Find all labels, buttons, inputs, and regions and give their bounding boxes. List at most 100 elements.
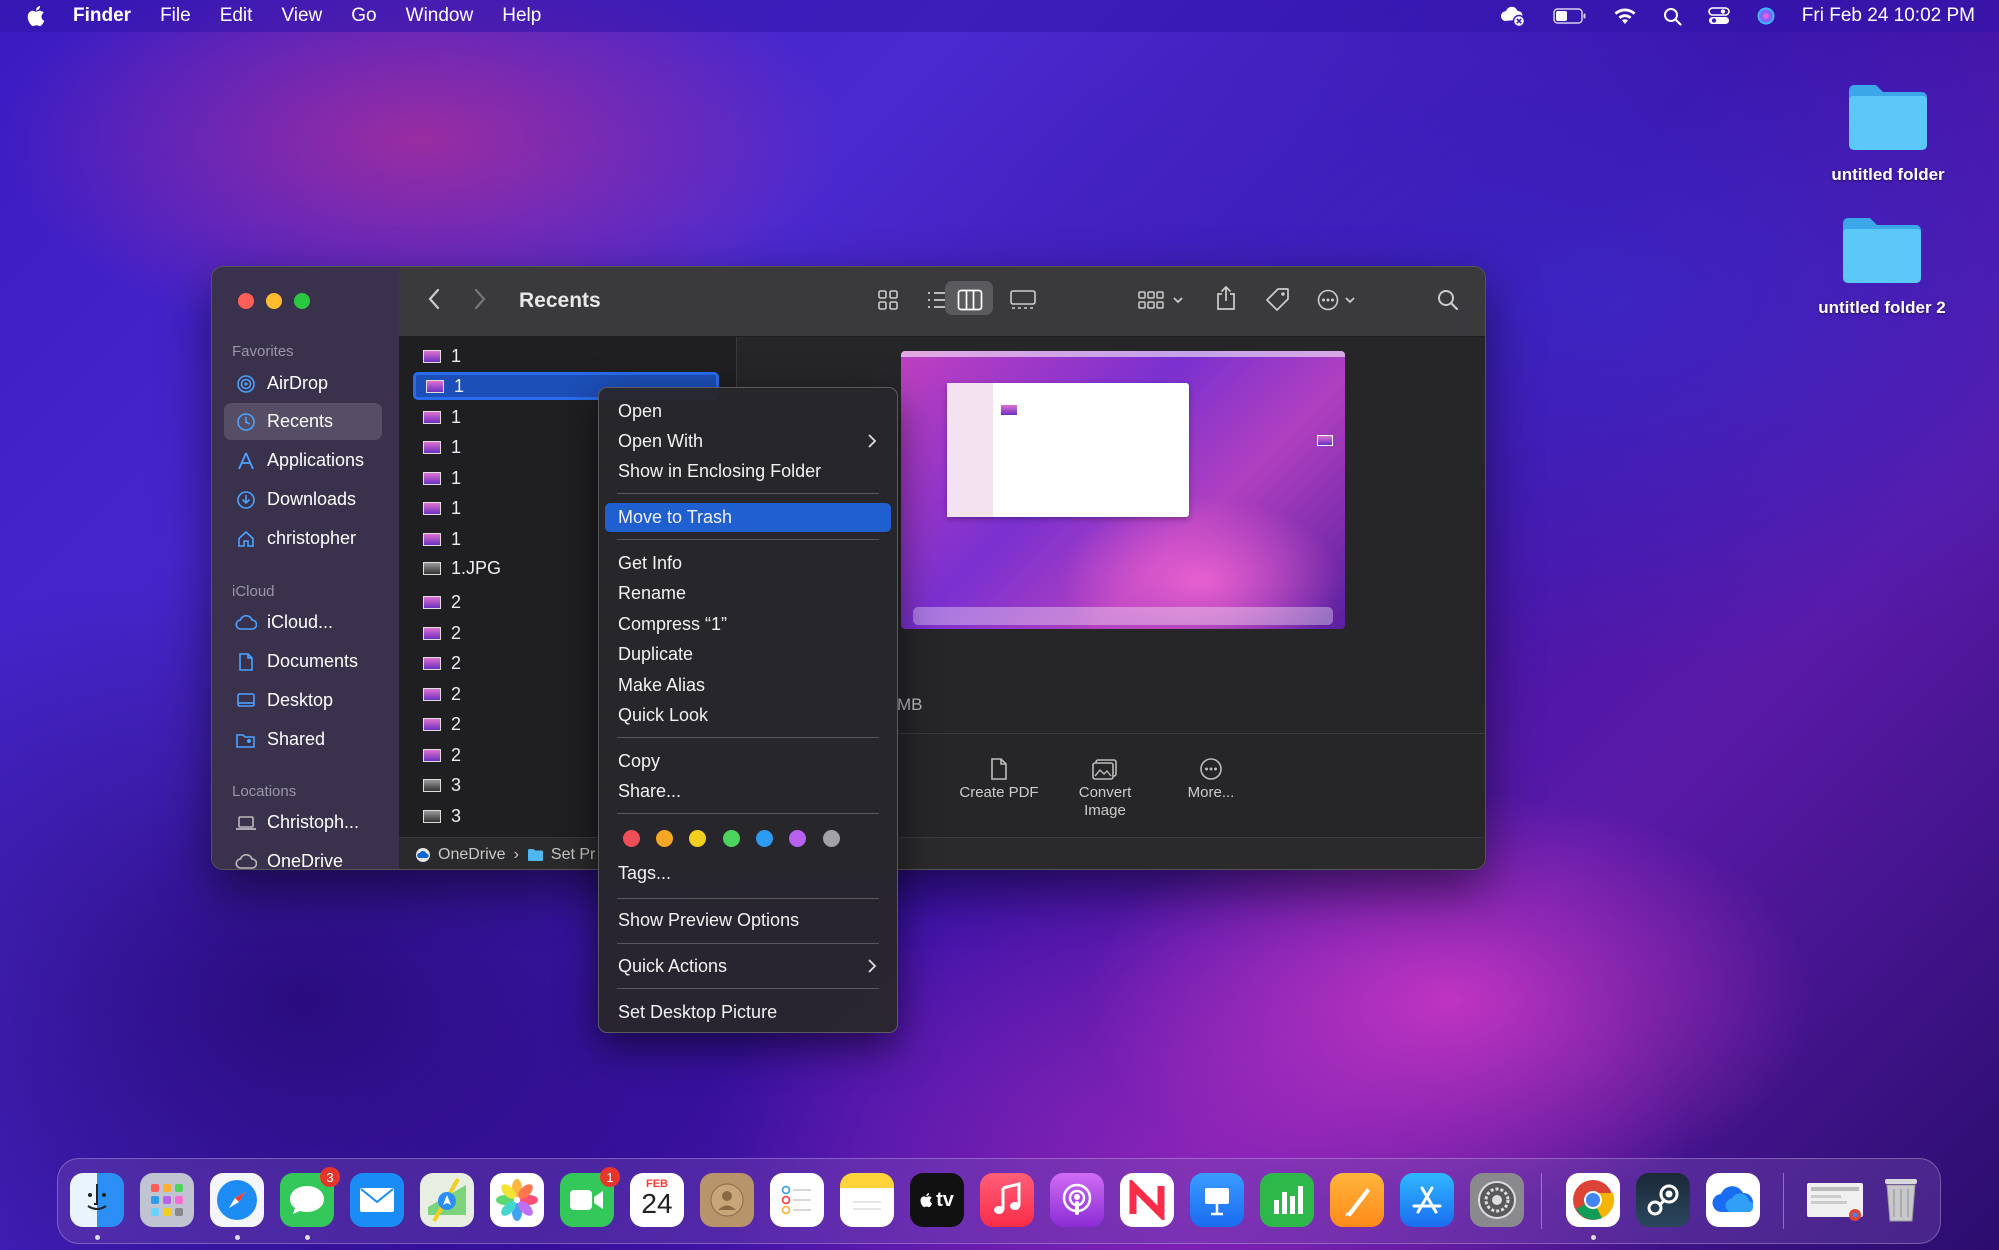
finder-icon[interactable] [70, 1173, 124, 1227]
more-actions-icon[interactable] [1317, 289, 1361, 311]
reminders-icon[interactable] [770, 1173, 824, 1227]
menubar-clock[interactable]: Fri Feb 24 10:02 PM [1802, 5, 1975, 27]
tag-icon[interactable] [1265, 287, 1291, 313]
menu-item-rename[interactable]: Rename [605, 579, 891, 608]
tag-orange-dot[interactable] [656, 830, 673, 847]
menu-item-open-with[interactable]: Open With [605, 427, 891, 456]
more-action[interactable]: More... [1161, 754, 1261, 801]
menu-view[interactable]: View [281, 5, 322, 27]
sidebar-item-icloud-drive[interactable]: iCloud... [224, 604, 382, 641]
numbers-icon[interactable] [1260, 1173, 1314, 1227]
sidebar-item-onedrive[interactable]: OneDrive [224, 843, 382, 869]
image-thumbnail-icon [423, 471, 441, 485]
music-icon[interactable] [980, 1173, 1034, 1227]
share-icon[interactable] [1215, 285, 1237, 311]
safari-icon[interactable] [210, 1173, 264, 1227]
icon-view-icon[interactable] [877, 289, 899, 311]
menu-item-copy[interactable]: Copy [605, 747, 891, 776]
menu-edit[interactable]: Edit [220, 5, 253, 27]
search-icon[interactable] [1437, 289, 1459, 311]
sidebar-item-macbook[interactable]: Christoph... [224, 804, 382, 841]
wifi-icon[interactable] [1613, 7, 1637, 25]
menu-item-show-in-enclosing-folder[interactable]: Show in Enclosing Folder [605, 457, 891, 486]
apple-icon[interactable] [27, 5, 47, 27]
sidebar-item-documents[interactable]: Documents [224, 643, 382, 680]
tag-purple-dot[interactable] [789, 830, 806, 847]
create-pdf-action[interactable]: Create PDF [949, 754, 1049, 801]
launchpad-icon[interactable] [140, 1173, 194, 1227]
sidebar-item-applications[interactable]: Applications [224, 442, 382, 479]
keynote-icon[interactable] [1190, 1173, 1244, 1227]
mail-icon[interactable] [350, 1173, 404, 1227]
sidebar-item-downloads[interactable]: Downloads [224, 481, 382, 518]
menu-file[interactable]: File [160, 5, 191, 27]
close-button[interactable] [238, 293, 254, 309]
facetime-icon[interactable]: 1 [560, 1167, 620, 1227]
home-icon [235, 529, 257, 549]
sidebar-item-home[interactable]: christopher [224, 520, 382, 557]
sidebar-item-recents[interactable]: Recents [224, 403, 382, 440]
menu-window[interactable]: Window [406, 5, 474, 27]
image-thumbnail-icon [423, 561, 441, 575]
calendar-icon[interactable]: FEB 24 [630, 1173, 684, 1227]
sidebar-item-shared[interactable]: Shared [224, 721, 382, 758]
control-center-icon[interactable] [1707, 7, 1730, 25]
menu-item-share[interactable]: Share... [605, 777, 891, 806]
trash-icon[interactable] [1874, 1173, 1928, 1227]
menu-help[interactable]: Help [502, 5, 541, 27]
menu-item-get-info[interactable]: Get Info [605, 549, 891, 578]
convert-image-action[interactable]: Convert Image [1055, 754, 1155, 820]
desktop-folder[interactable]: untitled folder 2 [1802, 213, 1962, 318]
file-row[interactable]: 1 [413, 343, 719, 369]
menu-go[interactable]: Go [351, 5, 376, 27]
menu-item-compress[interactable]: Compress “1” [605, 610, 891, 639]
group-by-icon[interactable] [1137, 289, 1185, 311]
tag-gray-dot[interactable] [823, 830, 840, 847]
steam-icon[interactable] [1636, 1173, 1690, 1227]
minimize-button[interactable] [266, 293, 282, 309]
battery-icon[interactable] [1553, 8, 1587, 24]
gallery-view-icon[interactable] [1009, 289, 1037, 311]
path-item-onedrive[interactable]: OneDrive [438, 846, 506, 864]
menu-item-quick-actions[interactable]: Quick Actions [605, 952, 891, 981]
menu-item-set-desktop-picture[interactable]: Set Desktop Picture [605, 998, 891, 1027]
chrome-icon[interactable] [1566, 1173, 1620, 1227]
tag-green-dot[interactable] [723, 830, 740, 847]
notes-icon[interactable] [840, 1173, 894, 1227]
maps-icon[interactable] [420, 1173, 474, 1227]
path-item-folder[interactable]: Set Pr [551, 846, 595, 864]
menu-bar: Finder File Edit View Go Window Help Fri… [0, 0, 1999, 32]
onedrive-icon[interactable] [1706, 1173, 1760, 1227]
desktop-folder[interactable]: untitled folder [1808, 80, 1968, 185]
menu-item-open[interactable]: Open [605, 397, 891, 426]
menu-item-duplicate[interactable]: Duplicate [605, 640, 891, 669]
menu-app-finder[interactable]: Finder [73, 5, 131, 27]
cloud-error-icon[interactable] [1499, 5, 1527, 27]
menu-item-show-preview-options[interactable]: Show Preview Options [605, 906, 891, 935]
news-icon[interactable] [1120, 1173, 1174, 1227]
spotlight-search-icon[interactable] [1663, 7, 1682, 26]
messages-icon[interactable]: 3 [280, 1167, 340, 1227]
photos-icon[interactable] [490, 1173, 544, 1227]
menu-item-move-to-trash[interactable]: Move to Trash [605, 503, 891, 532]
sidebar-item-airdrop[interactable]: AirDrop [224, 365, 382, 402]
recent-document-thumbnail[interactable] [1804, 1173, 1866, 1227]
back-chevron-icon[interactable] [427, 287, 441, 311]
menu-item-make-alias[interactable]: Make Alias [605, 671, 891, 700]
column-view-icon[interactable] [957, 289, 983, 311]
tag-red-dot[interactable] [623, 830, 640, 847]
podcasts-icon[interactable] [1050, 1173, 1104, 1227]
sidebar-item-desktop[interactable]: Desktop [224, 682, 382, 719]
apple-tv-icon[interactable]: tv [910, 1173, 964, 1227]
zoom-button[interactable] [294, 293, 310, 309]
system-settings-icon[interactable] [1470, 1173, 1524, 1227]
forward-chevron-icon[interactable] [473, 287, 487, 311]
menu-item-quick-look[interactable]: Quick Look [605, 701, 891, 730]
tag-yellow-dot[interactable] [689, 830, 706, 847]
menu-item-tags[interactable]: Tags... [605, 859, 891, 888]
contacts-icon[interactable] [700, 1173, 754, 1227]
tag-blue-dot[interactable] [756, 830, 773, 847]
siri-icon[interactable] [1756, 6, 1776, 26]
pages-icon[interactable] [1330, 1173, 1384, 1227]
app-store-icon[interactable] [1400, 1173, 1454, 1227]
